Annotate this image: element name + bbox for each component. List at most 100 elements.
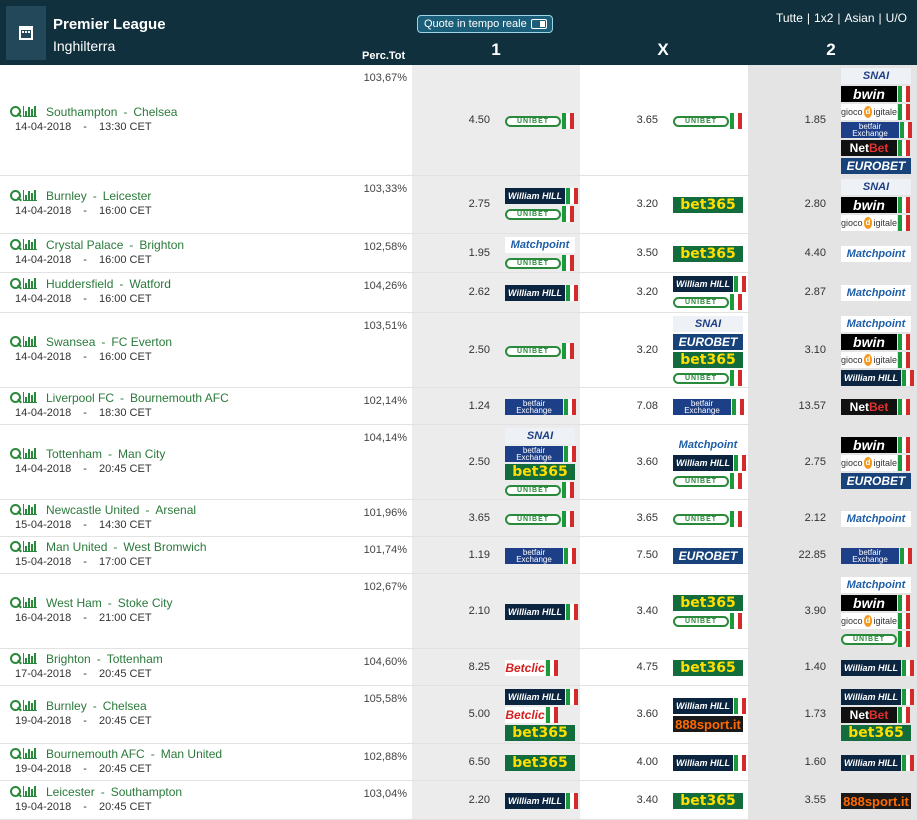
bookmaker-william-logo[interactable]: William HILL [505, 188, 578, 204]
bookmaker-unibet-logo[interactable]: UNIBET [505, 511, 574, 527]
bookmaker-bwin-logo[interactable]: bwin [841, 595, 911, 611]
bookmaker-snai-logo[interactable]: SNAI [841, 68, 912, 84]
stats-icon[interactable] [23, 597, 37, 608]
tab-1x2[interactable]: 1x2 [814, 11, 833, 25]
away-team-link[interactable]: Tottenham [107, 652, 163, 666]
bookmaker-eurobet-logo[interactable]: EUROBET [841, 158, 912, 174]
away-team-link[interactable]: Leicester [103, 189, 152, 203]
bookmaker-unibet-logo[interactable]: UNIBET [673, 370, 743, 386]
odd-away[interactable]: 2.75 [786, 456, 826, 468]
bookmaker-bet365-logo[interactable]: bet365 [505, 464, 576, 480]
bookmaker-unibet-logo[interactable]: UNIBET [505, 113, 574, 129]
bookmaker-netbet-logo[interactable]: Net Bet [841, 707, 914, 723]
odd-draw[interactable]: 7.08 [618, 400, 658, 412]
bookmaker-matchpoint-logo[interactable]: Matchpoint [841, 246, 911, 262]
bookmaker-unibet-logo[interactable]: UNIBET [673, 294, 746, 310]
search-icon[interactable] [10, 278, 21, 289]
home-team-link[interactable]: Burnley [46, 189, 87, 203]
bookmaker-unibet-logo[interactable]: UNIBET [673, 511, 742, 527]
away-team-link[interactable]: Bournemouth AFC [130, 391, 229, 405]
odd-away[interactable]: 2.80 [786, 198, 826, 210]
odd-away[interactable]: 1.73 [786, 708, 826, 720]
search-icon[interactable] [10, 748, 21, 759]
home-team-link[interactable]: West Ham [46, 596, 102, 610]
stats-icon[interactable] [23, 786, 37, 797]
tab-asian[interactable]: Asian [845, 11, 875, 25]
odd-draw[interactable]: 7.50 [618, 549, 658, 561]
realtime-odds-toggle[interactable]: Quote in tempo reale [417, 15, 553, 33]
bookmaker-giocodigitale-logo[interactable]: gioco d igitale [841, 215, 911, 231]
home-team-link[interactable]: Southampton [46, 105, 117, 119]
bookmaker-matchpoint-logo[interactable]: Matchpoint [505, 237, 575, 253]
away-team-link[interactable]: Chelsea [103, 699, 147, 713]
home-team-link[interactable]: Liverpool FC [46, 391, 114, 405]
search-icon[interactable] [10, 504, 21, 515]
odd-away[interactable]: 13.57 [786, 400, 826, 412]
odd-draw[interactable]: 3.65 [618, 114, 658, 126]
away-team-link[interactable]: Arsenal [155, 503, 196, 517]
odd-home[interactable]: 2.62 [450, 286, 490, 298]
stats-icon[interactable] [23, 448, 37, 459]
odd-draw[interactable]: 4.75 [618, 661, 658, 673]
bookmaker-betfair-logo[interactable]: betfair Exchange [505, 548, 576, 564]
bookmaker-unibet-logo[interactable]: UNIBET [841, 631, 911, 647]
away-team-link[interactable]: FC Everton [111, 335, 172, 349]
bookmaker-betclic-logo[interactable]: Betclic [505, 660, 558, 676]
bookmaker-matchpoint-logo[interactable]: Matchpoint [673, 437, 746, 453]
odd-away[interactable]: 3.55 [786, 794, 826, 806]
odd-home[interactable]: 2.50 [450, 456, 490, 468]
odd-draw[interactable]: 3.40 [618, 794, 658, 806]
odd-away[interactable]: 1.60 [786, 756, 826, 768]
bookmaker-bet365-logo[interactable]: bet365 [673, 660, 743, 676]
search-icon[interactable] [10, 786, 21, 797]
odd-draw[interactable]: 3.20 [618, 344, 658, 356]
stats-icon[interactable] [23, 748, 37, 759]
bookmaker-888-logo[interactable]: 888sport.it [673, 716, 746, 732]
odd-home[interactable]: 2.10 [450, 605, 490, 617]
bookmaker-unibet-logo[interactable]: UNIBET [673, 613, 743, 629]
bookmaker-matchpoint-logo[interactable]: Matchpoint [841, 316, 914, 332]
odd-draw[interactable]: 3.20 [618, 286, 658, 298]
search-icon[interactable] [10, 541, 21, 552]
bookmaker-unibet-logo[interactable]: UNIBET [505, 343, 574, 359]
bookmaker-william-logo[interactable]: William HILL [841, 689, 914, 705]
bookmaker-betfair-logo[interactable]: betfair Exchange [505, 446, 576, 462]
home-team-link[interactable]: Man United [46, 540, 107, 554]
odd-away[interactable]: 22.85 [786, 549, 826, 561]
odd-away[interactable]: 2.12 [786, 512, 826, 524]
calendar-button[interactable] [6, 6, 46, 60]
bookmaker-bet365-logo[interactable]: bet365 [673, 793, 743, 809]
bookmaker-bwin-logo[interactable]: bwin [841, 437, 911, 453]
odd-away[interactable]: 3.90 [786, 605, 826, 617]
tab-under-over[interactable]: U/O [886, 11, 907, 25]
bookmaker-giocodigitale-logo[interactable]: gioco d igitale [841, 352, 914, 368]
bookmaker-bet365-logo[interactable]: bet365 [505, 755, 575, 771]
odd-away[interactable]: 4.40 [786, 247, 826, 259]
stats-icon[interactable] [23, 541, 37, 552]
bookmaker-giocodigitale-logo[interactable]: gioco d igitale [841, 613, 911, 629]
odd-draw[interactable]: 4.00 [618, 756, 658, 768]
bookmaker-bet365-logo[interactable]: bet365 [673, 246, 743, 262]
odd-home[interactable]: 2.50 [450, 344, 490, 356]
bookmaker-eurobet-logo[interactable]: EUROBET [841, 473, 911, 489]
odd-home[interactable]: 8.25 [450, 661, 490, 673]
home-team-link[interactable]: Bournemouth AFC [46, 747, 145, 761]
bookmaker-bet365-logo[interactable]: bet365 [505, 725, 578, 741]
bookmaker-william-logo[interactable]: William HILL [673, 698, 746, 714]
odd-away[interactable]: 1.85 [786, 114, 826, 126]
odd-draw[interactable]: 3.60 [618, 456, 658, 468]
bookmaker-william-logo[interactable]: William HILL [841, 660, 914, 676]
bookmaker-matchpoint-logo[interactable]: Matchpoint [841, 285, 911, 301]
odd-draw[interactable]: 3.40 [618, 605, 658, 617]
away-team-link[interactable]: Man United [161, 747, 222, 761]
bookmaker-eurobet-logo[interactable]: EUROBET [673, 334, 743, 350]
search-icon[interactable] [10, 190, 21, 201]
bookmaker-matchpoint-logo[interactable]: Matchpoint [841, 511, 911, 527]
bookmaker-bwin-logo[interactable]: bwin [841, 86, 912, 102]
odd-away[interactable]: 2.87 [786, 286, 826, 298]
bookmaker-betfair-logo[interactable]: betfair Exchange [841, 548, 912, 564]
search-icon[interactable] [10, 653, 21, 664]
home-team-link[interactable]: Burnley [46, 699, 87, 713]
bookmaker-snai-logo[interactable]: SNAI [505, 428, 576, 444]
odd-home[interactable]: 1.95 [450, 247, 490, 259]
